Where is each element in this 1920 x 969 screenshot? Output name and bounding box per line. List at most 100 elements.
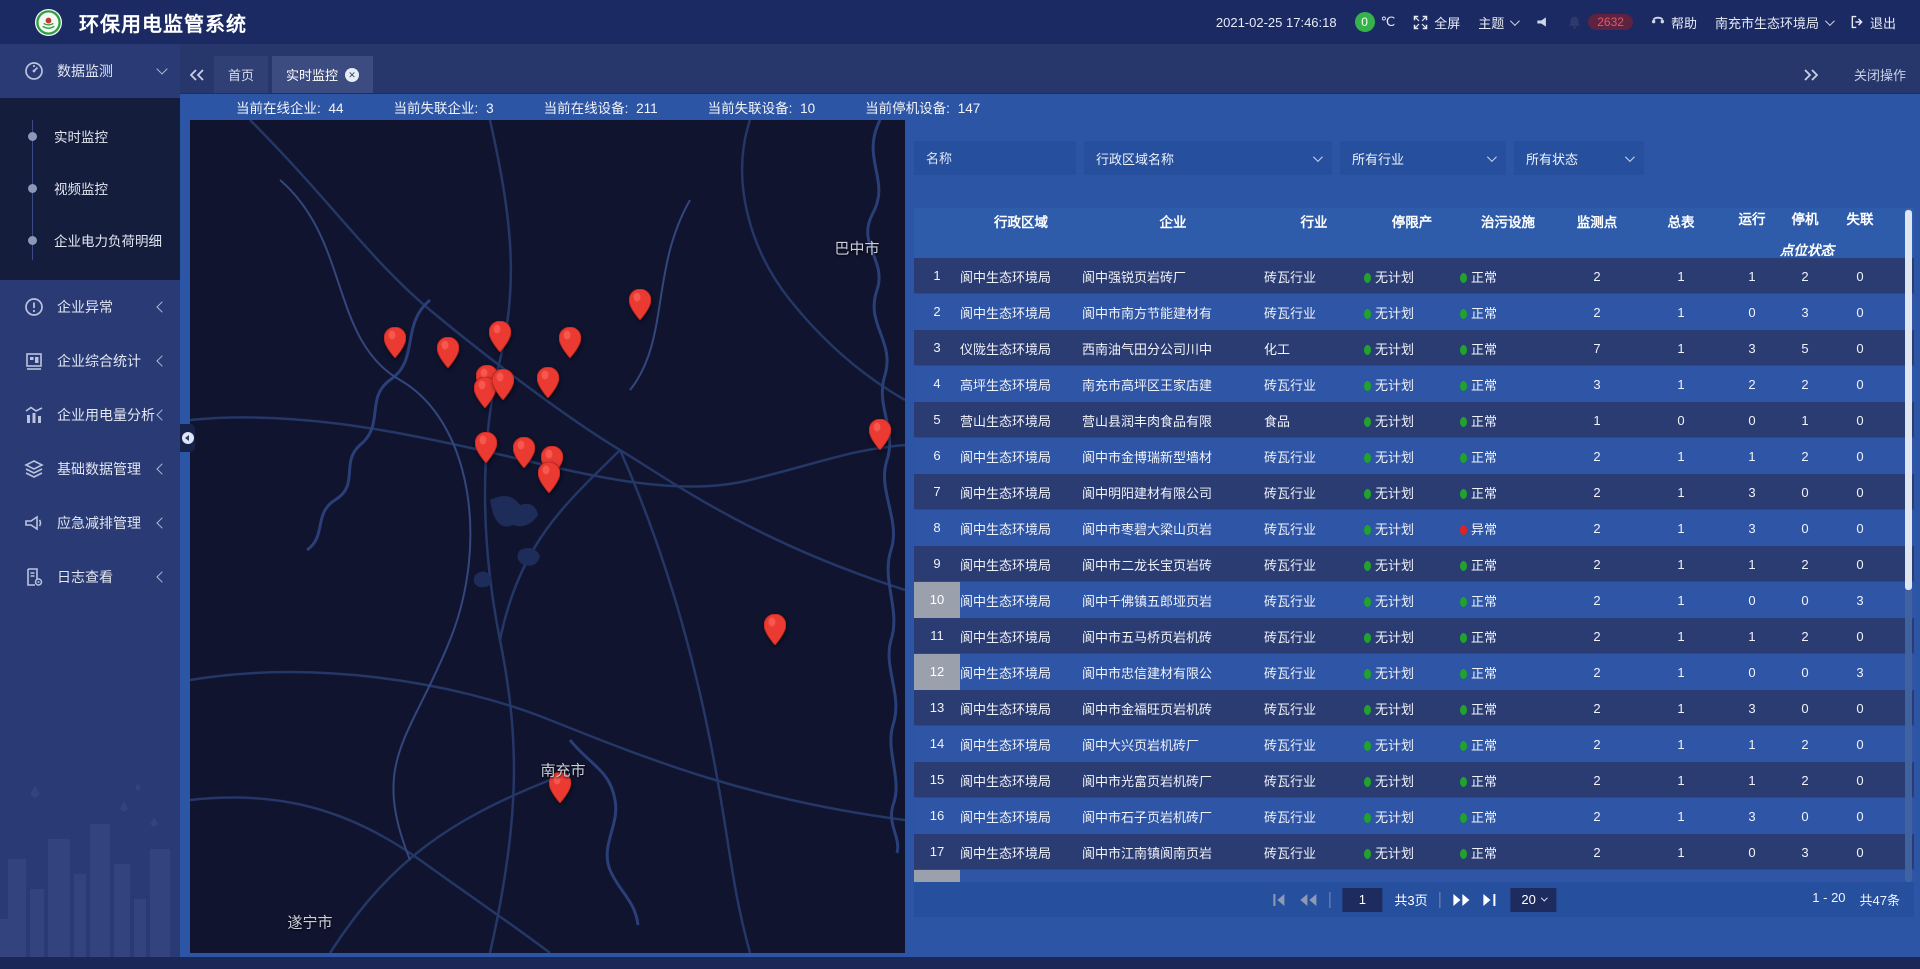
cell-stop: 无计划	[1364, 555, 1460, 574]
industry-select[interactable]: 所有行业	[1340, 141, 1506, 175]
cell-stop: 无计划	[1364, 843, 1460, 862]
map-panel[interactable]: 巴中市南充市遂宁市	[190, 120, 905, 953]
row-index: 12	[914, 654, 960, 690]
cell-lost: 0	[1830, 701, 1890, 716]
cell-total: 1	[1638, 449, 1724, 464]
sidebar-item-4[interactable]: 基础数据管理	[0, 442, 180, 496]
tab-close-icon[interactable]: ✕	[345, 68, 359, 82]
map-pin[interactable]	[764, 614, 786, 645]
cell-region: 阆中生态环境局	[960, 771, 1082, 790]
table-row[interactable]: 6阆中生态环境局阆中市金博瑞新型墙材砖瓦行业无计划正常21120	[914, 438, 1914, 474]
map-pin[interactable]	[629, 289, 651, 320]
table-row[interactable]: 5营山生态环境局营山县润丰肉食品有限食品无计划正常10010	[914, 402, 1914, 438]
map-pin[interactable]	[559, 327, 581, 358]
status-dot-icon	[1460, 597, 1467, 607]
sidebar-item-0[interactable]: 数据监测	[0, 44, 180, 98]
fullscreen-button[interactable]: 全屏	[1413, 13, 1460, 32]
table-row[interactable]: 16阆中生态环境局阆中市石子页岩机砖厂砖瓦行业无计划正常21300	[914, 798, 1914, 834]
last-page-button[interactable]	[1483, 893, 1499, 907]
table-row[interactable]: 18南部生态环境局南部县砚化小河有限公砖瓦行业无计划正常60060	[914, 870, 1914, 882]
table-row[interactable]: 2阆中生态环境局阆中市南方节能建材有砖瓦行业无计划正常21030	[914, 294, 1914, 330]
tabs-scroll-left-button[interactable]	[180, 56, 214, 93]
map-pin[interactable]	[869, 419, 891, 450]
name-search-input-box[interactable]	[914, 141, 1076, 175]
sidebar-collapse-handle[interactable]	[180, 424, 195, 452]
table-row[interactable]: 11阆中生态环境局阆中市五马桥页岩机砖砖瓦行业无计划正常21120	[914, 618, 1914, 654]
submenu-item-label: 实时监控	[54, 126, 108, 146]
table-scrollbar[interactable]	[1905, 208, 1912, 882]
cell-industry: 砖瓦行业	[1264, 807, 1364, 826]
table-row[interactable]: 14阆中生态环境局阆中大兴页岩机砖厂砖瓦行业无计划正常21120	[914, 726, 1914, 762]
row-index: 14	[914, 726, 960, 762]
cell-total: 1	[1638, 737, 1724, 752]
table-row[interactable]: 1阆中生态环境局阆中强锐页岩砖厂砖瓦行业无计划正常21120	[914, 258, 1914, 294]
map-pin[interactable]	[513, 437, 535, 468]
cell-region: 阆中生态环境局	[960, 735, 1082, 754]
tab-home[interactable]: 首页	[214, 56, 268, 93]
sidebar-item-5[interactable]: 应急减排管理	[0, 496, 180, 550]
table-row[interactable]: 13阆中生态环境局阆中市金福旺页岩机砖砖瓦行业无计划正常21300	[914, 690, 1914, 726]
map-pin[interactable]	[384, 327, 406, 358]
name-search-input[interactable]	[926, 151, 1064, 166]
cell-region: 阆中生态环境局	[960, 555, 1082, 574]
table-row[interactable]: 8阆中生态环境局阆中市枣碧大梁山页岩砖瓦行业无计划异常21300	[914, 510, 1914, 546]
theme-dropdown[interactable]: 主题	[1478, 13, 1517, 32]
cell-run: 0	[1724, 305, 1780, 320]
weather-widget: 0 ℃	[1355, 12, 1396, 32]
col-pollution-facility: 治污设施	[1460, 211, 1556, 231]
table-row[interactable]: 12阆中生态环境局阆中市忠信建材有限公砖瓦行业无计划正常21003	[914, 654, 1914, 690]
map-pin[interactable]	[475, 432, 497, 463]
map-pin[interactable]	[489, 321, 511, 352]
stat-value: 10	[800, 101, 815, 116]
close-operations-button[interactable]: 关闭操作	[1854, 65, 1906, 84]
next-page-button[interactable]	[1453, 893, 1471, 907]
col-region: 行政区域	[960, 211, 1082, 231]
sidebar-item-1[interactable]: 企业异常	[0, 280, 180, 334]
sidebar-item-6[interactable]: 日志查看	[0, 550, 180, 604]
page-size-select[interactable]: 20	[1511, 888, 1557, 912]
map-pin[interactable]	[492, 369, 514, 400]
cell-halt: 2	[1780, 629, 1830, 644]
first-page-button[interactable]	[1271, 893, 1287, 907]
help-button[interactable]: 帮助	[1651, 13, 1697, 32]
map-pin[interactable]	[538, 462, 560, 493]
submenu-item-label: 企业电力负荷明细	[54, 230, 162, 250]
cell-stop: 无计划	[1364, 519, 1460, 538]
submenu-item-2[interactable]: 企业电力负荷明细	[0, 214, 180, 266]
megaphone-icon	[24, 513, 44, 533]
table-scrollbar-thumb[interactable]	[1905, 210, 1912, 590]
status-dot-icon	[1460, 309, 1467, 319]
prev-page-button[interactable]	[1299, 893, 1317, 907]
notification-bell[interactable]: 2632	[1567, 14, 1633, 30]
status-dot-icon	[1460, 417, 1467, 427]
map-pin[interactable]	[437, 337, 459, 368]
sidebar-item-2[interactable]: 企业综合统计	[0, 334, 180, 388]
bottom-strip	[0, 957, 1920, 969]
status-select[interactable]: 所有状态	[1514, 141, 1644, 175]
submenu-item-0[interactable]: 实时监控	[0, 110, 180, 162]
tabs-scroll-right-button[interactable]	[1794, 69, 1828, 81]
table-row[interactable]: 4高坪生态环境局南充市高坪区王家店建砖瓦行业无计划正常31220	[914, 366, 1914, 402]
cell-lost: 3	[1830, 665, 1890, 680]
cell-stop: 无计划	[1364, 483, 1460, 502]
table-row[interactable]: 3仪陇生态环境局西南油气田分公司川中化工无计划正常71350	[914, 330, 1914, 366]
table-row[interactable]: 10阆中生态环境局阆中千佛镇五郎垭页岩砖瓦行业无计划正常21003	[914, 582, 1914, 618]
submenu-dot-icon	[28, 184, 37, 193]
table-row[interactable]: 15阆中生态环境局阆中市光富页岩机砖厂砖瓦行业无计划正常21120	[914, 762, 1914, 798]
sidebar-item-3[interactable]: 企业用电量分析	[0, 388, 180, 442]
map-pin[interactable]	[537, 367, 559, 398]
speaker-icon[interactable]	[1535, 15, 1549, 29]
cell-halt: 3	[1780, 305, 1830, 320]
tab-realtime-monitor[interactable]: 实时监控 ✕	[272, 56, 373, 93]
org-dropdown[interactable]: 南充市生态环境局	[1715, 13, 1832, 32]
table-row[interactable]: 7阆中生态环境局阆中明阳建材有限公司砖瓦行业无计划正常21300	[914, 474, 1914, 510]
cell-total: 1	[1638, 665, 1724, 680]
cell-total: 1	[1638, 377, 1724, 392]
submenu-item-1[interactable]: 视频监控	[0, 162, 180, 214]
logout-button[interactable]: 退出	[1850, 13, 1896, 32]
table-row[interactable]: 17阆中生态环境局阆中市江南镇阆南页岩砖瓦行业无计划正常21030	[914, 834, 1914, 870]
table-row[interactable]: 9阆中生态环境局阆中市二龙长宝页岩砖砖瓦行业无计划正常21120	[914, 546, 1914, 582]
total-pages-label: 共3页	[1394, 890, 1427, 909]
region-select[interactable]: 行政区域名称	[1084, 141, 1332, 175]
page-number-input[interactable]: 1	[1342, 888, 1382, 912]
